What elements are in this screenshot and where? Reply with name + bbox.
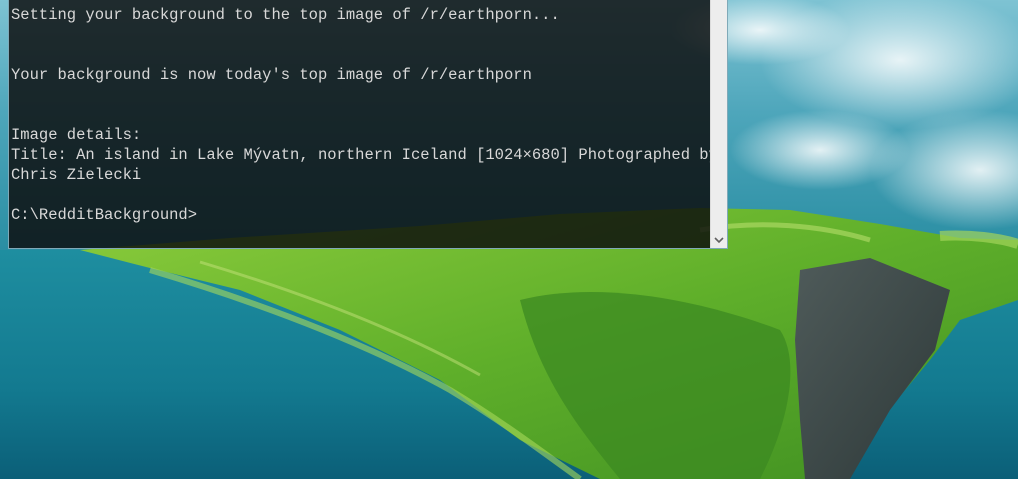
command-prompt-window[interactable]: Setting your background to the top image…	[8, 0, 728, 249]
console-line: Setting your background to the top image…	[11, 6, 560, 24]
console-output[interactable]: Setting your background to the top image…	[11, 5, 718, 225]
vertical-scrollbar[interactable]	[710, 0, 727, 248]
console-line: Your background is now today's top image…	[11, 66, 532, 84]
chevron-down-icon	[714, 237, 724, 244]
desktop: Setting your background to the top image…	[0, 0, 1018, 479]
console-line: Title: An island in Lake Mývatn, norther…	[11, 146, 718, 164]
console-line: Chris Zielecki	[11, 166, 142, 184]
scroll-down-button[interactable]	[711, 232, 727, 248]
command-prompt-line[interactable]: C:\RedditBackground>	[11, 205, 711, 225]
console-line: Image details:	[11, 126, 142, 144]
